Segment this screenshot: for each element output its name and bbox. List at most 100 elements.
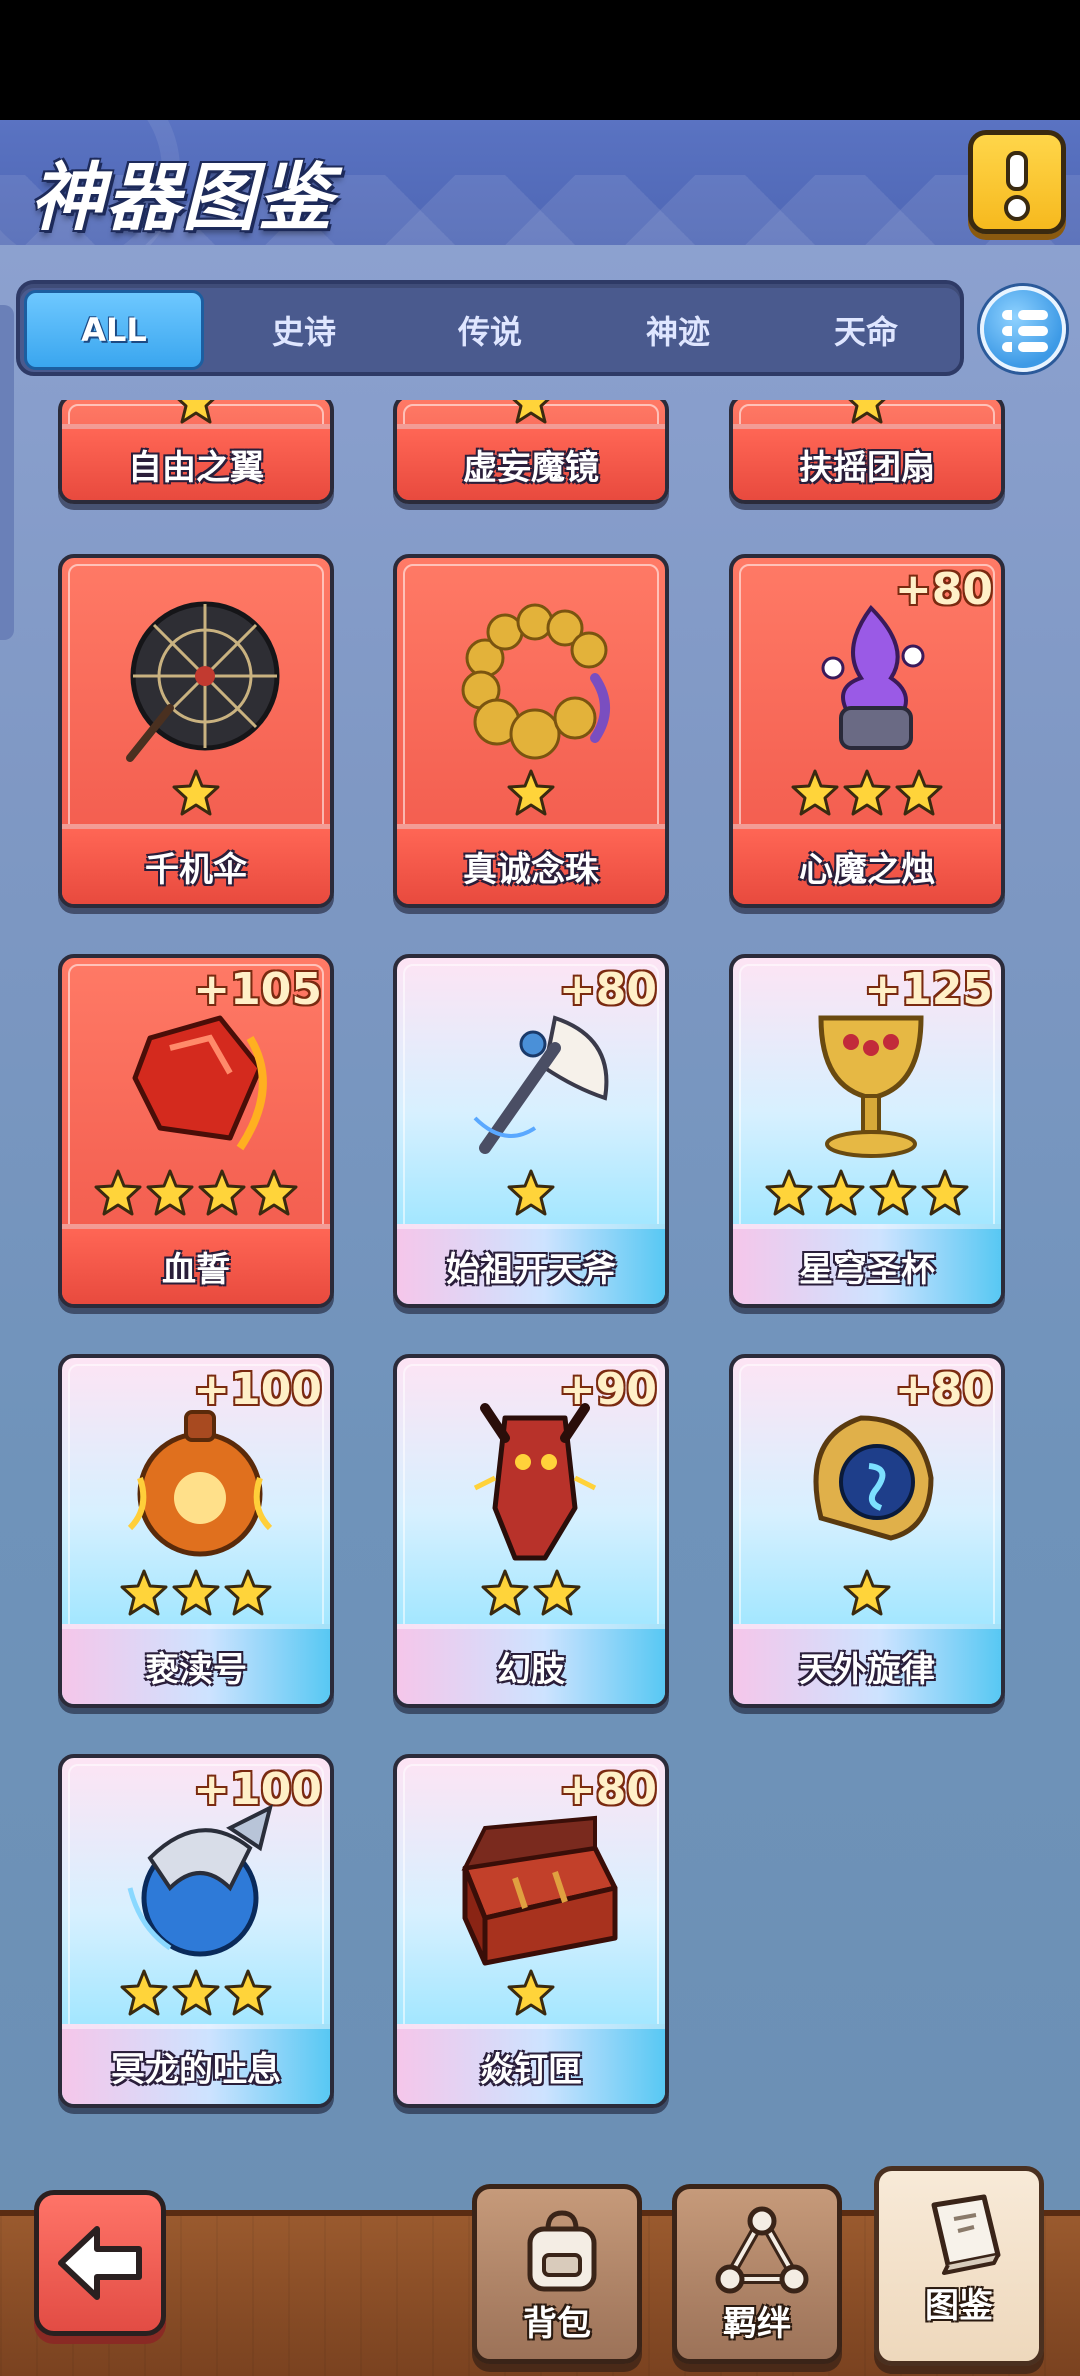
star-rating [733,1568,1001,1624]
artifact-name: 幻肢 [497,1650,565,1690]
card-name-bar: 幻肢 [397,1624,665,1704]
artifact-card[interactable]: 扶摇团扇 [729,400,1005,504]
card-name-bar: 扶摇团扇 [733,424,1001,500]
star-icon [171,1968,221,2018]
artifact-name: 真诚念珠 [463,850,599,890]
star-rating [62,1968,330,2024]
backpack-icon [527,2210,597,2292]
card-name-bar: 自由之翼 [62,424,330,500]
book-icon [931,2194,1001,2275]
artifact-card[interactable]: 真诚念珠 [393,554,669,908]
list-menu-button[interactable] [980,286,1066,372]
artifact-card[interactable]: 千机伞 [58,554,334,908]
artifact-card[interactable]: +80 始祖开天斧 [393,954,669,1308]
artifact-card[interactable]: +80 焱钉匣 [393,1754,669,2108]
artifact-name: 冥龙的吐息 [111,2050,281,2090]
star-icon [506,400,556,426]
star-icon [171,1568,221,1618]
chest-icon [445,1798,625,1968]
tab-epic[interactable]: 史诗 [214,290,394,370]
nav-bond-button[interactable]: 羁绊 [672,2184,842,2364]
artifact-name: 亵渎号 [145,1650,247,1690]
artifact-name: 血誓 [162,1250,230,1290]
chalice-icon [781,998,961,1168]
card-name-bar: 真诚念珠 [397,824,665,904]
card-name-bar: 星穹圣杯 [733,1224,1001,1304]
artifact-card[interactable]: 虚妄魔镜 [393,400,669,504]
artifact-card[interactable]: 自由之翼 [58,400,334,504]
star-icon [842,400,892,426]
tab-destiny[interactable]: 天命 [776,290,956,370]
star-icon [145,1168,195,1218]
star-icon [506,1968,556,2018]
back-button[interactable] [34,2190,166,2336]
star-icon [223,1568,273,1618]
artifact-name: 始祖开天斧 [446,1250,616,1290]
star-rating [62,1168,330,1224]
artifact-card[interactable]: +100 亵渎号 [58,1354,334,1708]
artifact-card[interactable]: +90 幻肢 [393,1354,669,1708]
card-name-bar: 心魔之烛 [733,824,1001,904]
star-icon [842,768,892,818]
nav-backpack-label: 背包 [523,2304,591,2344]
tab-all[interactable]: ALL [24,290,204,370]
star-rating [62,768,330,824]
card-name-bar: 天外旋律 [733,1624,1001,1704]
tab-miracle[interactable]: 神迹 [588,290,768,370]
artifact-card[interactable]: +80 天外旋律 [729,1354,1005,1708]
info-button[interactable] [968,130,1066,234]
star-icon [93,1168,143,1218]
blood-gem-icon [110,998,290,1168]
prayer-beads-icon [445,598,625,768]
star-icon [171,768,221,818]
dragon-icon [110,1798,290,1968]
star-icon [920,1168,970,1218]
nav-codex-label: 图鉴 [925,2286,993,2326]
status-bar [0,0,1080,120]
star-rating [733,1168,1001,1224]
artifact-card[interactable]: +80 心魔之烛 [729,554,1005,908]
umbrella-icon [110,598,290,768]
card-name-bar: 千机伞 [62,824,330,904]
star-icon [868,1168,918,1218]
card-name-bar: 血誓 [62,1224,330,1304]
nav-backpack-button[interactable]: 背包 [472,2184,642,2364]
artifact-card[interactable]: +105 血誓 [58,954,334,1308]
bond-icon [715,2206,809,2294]
page-title: 神器图鉴 [30,155,334,241]
star-icon [119,1968,169,2018]
star-rating [397,1168,665,1224]
card-name-bar: 始祖开天斧 [397,1224,665,1304]
star-icon [119,1568,169,1618]
star-icon [171,400,221,426]
artifact-name: 千机伞 [145,850,247,890]
tab-legendary[interactable]: 传说 [400,290,580,370]
lyre-icon [781,1398,961,1568]
candle-icon [781,598,961,768]
star-rating [397,1568,665,1624]
card-name-bar: 亵渎号 [62,1624,330,1704]
artifact-name: 扶摇团扇 [799,448,935,488]
back-arrow-icon [58,2226,142,2300]
star-icon [532,1568,582,1618]
header-bar: 神器图鉴 [0,120,1080,245]
artifact-card[interactable]: +125 星穹圣杯 [729,954,1005,1308]
card-name-bar: 虚妄魔镜 [397,424,665,500]
star-icon [506,1168,556,1218]
artifact-codex-screen: 神器图鉴 ALL 史诗 传说 神迹 天命 自由之翼 虚妄魔镜 扶摇团扇千机伞 真诚念珠… [0,120,1080,2376]
star-rating [62,1568,330,1624]
artifact-name: 天外旋律 [799,1650,935,1690]
star-icon [249,1168,299,1218]
artifact-name: 心魔之烛 [799,850,935,890]
nav-codex-button[interactable]: 图鉴 [874,2166,1044,2366]
star-rating [397,768,665,824]
star-rating [397,1968,665,2024]
star-icon [223,1968,273,2018]
artifact-card[interactable]: +100 冥龙的吐息 [58,1754,334,2108]
star-icon [816,1168,866,1218]
card-name-bar: 焱钉匣 [397,2024,665,2104]
star-icon [764,1168,814,1218]
artifact-grid[interactable]: 自由之翼 虚妄魔镜 扶摇团扇千机伞 真诚念珠 +80 心魔之烛 +105 血誓 +80 始祖开天斧… [0,400,1080,2260]
artifact-name: 自由之翼 [128,448,264,488]
bottle-icon [110,1398,290,1568]
